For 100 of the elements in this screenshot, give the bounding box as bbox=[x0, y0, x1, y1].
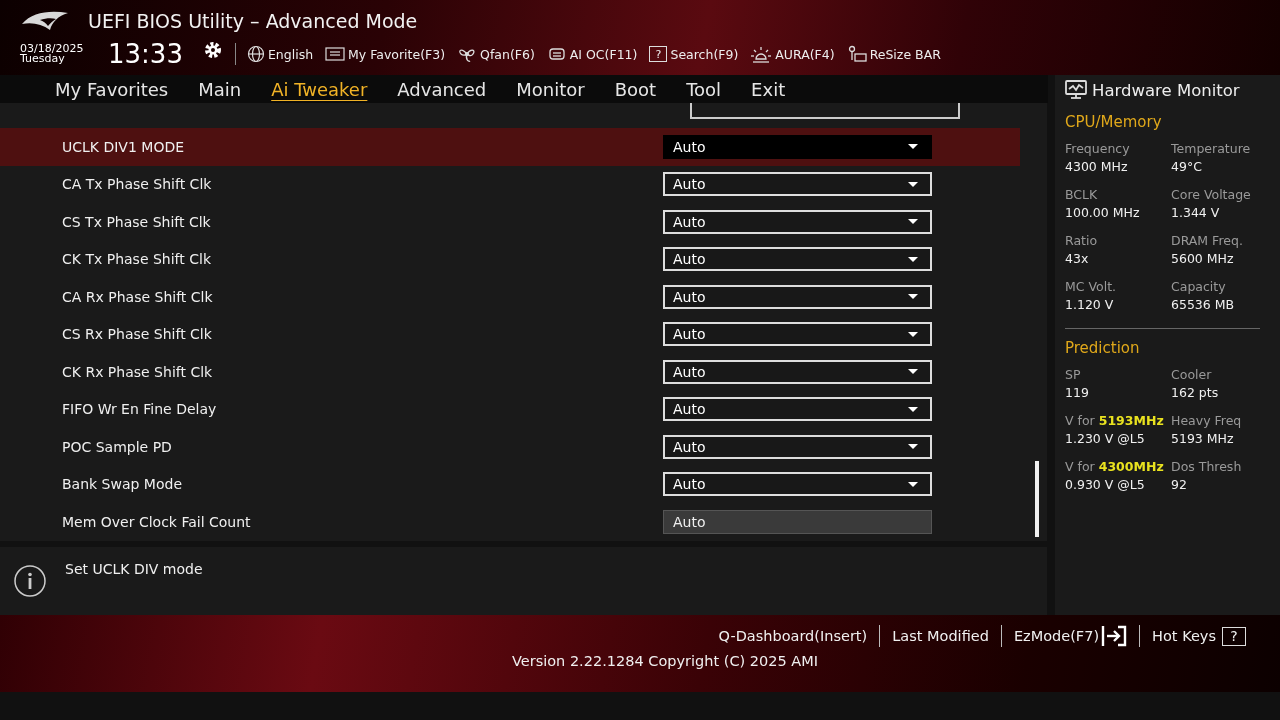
setting-row[interactable]: CS Tx Phase Shift Clk Auto bbox=[0, 203, 1020, 241]
footer-button[interactable]: Q-Dashboard(Insert) bbox=[706, 628, 880, 644]
metric-label: Cooler bbox=[1171, 367, 1213, 382]
setting-row[interactable]: CA Tx Phase Shift Clk Auto bbox=[0, 165, 1020, 203]
metric-value: 43x bbox=[1065, 251, 1090, 266]
dropdown-field[interactable]: Auto bbox=[663, 172, 932, 197]
metric-value: 0.930 V @L5 bbox=[1065, 477, 1146, 492]
list-icon bbox=[325, 46, 346, 62]
menu-tab[interactable]: Exit bbox=[736, 75, 801, 103]
setting-row[interactable]: FIFO Wr En Fine Delay Auto bbox=[0, 390, 1020, 428]
caret-icon bbox=[908, 219, 918, 225]
light-icon bbox=[750, 45, 773, 63]
chip-icon bbox=[546, 46, 567, 62]
toolbar-button[interactable]: AURA(F4) bbox=[747, 45, 838, 63]
setting-label: Mem Over Clock Fail Count bbox=[62, 513, 251, 530]
setting-label: CK Rx Phase Shift Clk bbox=[62, 363, 213, 380]
metric-label: SP bbox=[1065, 367, 1082, 382]
chip-card-icon bbox=[846, 45, 867, 63]
metric-value: 65536 MB bbox=[1171, 297, 1236, 312]
setting-label: CS Tx Phase Shift Clk bbox=[62, 213, 211, 230]
settings-icon[interactable] bbox=[202, 40, 223, 60]
metric-value: 1.230 V @L5 bbox=[1065, 431, 1146, 446]
toolbar-button[interactable]: My Favorite(F3) bbox=[322, 46, 449, 62]
metric-value: 1.344 V bbox=[1171, 205, 1221, 220]
setting-row[interactable]: POC Sample PD Auto bbox=[0, 428, 1020, 466]
caret-icon bbox=[908, 481, 918, 487]
window-title: UEFI BIOS Utility – Advanced Mode bbox=[88, 10, 418, 32]
menu-tab[interactable]: Advanced bbox=[382, 75, 502, 103]
setting-label: CS Rx Phase Shift Clk bbox=[62, 326, 212, 343]
toolbar-button[interactable]: Qfan(F6) bbox=[454, 45, 538, 63]
dropdown-field[interactable]: Auto bbox=[663, 322, 932, 347]
exit-icon bbox=[1101, 625, 1128, 647]
toolbar-button[interactable]: English bbox=[243, 45, 317, 63]
metric-value: 92 bbox=[1171, 477, 1188, 492]
help-box-icon: ? bbox=[649, 46, 668, 62]
caret-icon bbox=[908, 256, 918, 262]
menu-tab[interactable]: Tool bbox=[671, 75, 737, 103]
metric-label: Temperature bbox=[1171, 141, 1252, 156]
dropdown-field[interactable]: Auto bbox=[663, 397, 932, 422]
dropdown-field[interactable]: Auto bbox=[663, 134, 932, 159]
globe-icon bbox=[246, 45, 265, 63]
setting-label: Bank Swap Mode bbox=[62, 476, 182, 493]
metric-value: 4300 MHz bbox=[1065, 159, 1129, 174]
setting-row[interactable]: CA Rx Phase Shift Clk Auto bbox=[0, 278, 1020, 316]
metric-label: Capacity bbox=[1171, 279, 1227, 294]
clock-time: 13:33 bbox=[108, 39, 183, 69]
metric-label: Ratio bbox=[1065, 233, 1099, 248]
metric-value: 5193 MHz bbox=[1171, 431, 1235, 446]
metric-value: 162 pts bbox=[1171, 385, 1220, 400]
menu-tab[interactable]: Main bbox=[183, 75, 257, 103]
caret-icon bbox=[908, 144, 918, 150]
eye-logo-icon bbox=[20, 10, 70, 32]
setting-row[interactable]: CS Rx Phase Shift Clk Auto bbox=[0, 315, 1020, 353]
setting-row[interactable]: Bank Swap Mode Auto bbox=[0, 465, 1020, 503]
metric-value: 5600 MHz bbox=[1171, 251, 1235, 266]
metric-label: Core Voltage bbox=[1171, 187, 1252, 202]
setting-label: UCLK DIV1 MODE bbox=[62, 138, 185, 155]
metric-value: 49°C bbox=[1171, 159, 1203, 174]
dropdown-field[interactable]: Auto bbox=[663, 359, 932, 384]
dropdown-field[interactable]: Auto bbox=[663, 247, 932, 272]
footer-button[interactable]: Last Modified bbox=[880, 628, 1001, 644]
menu-tab[interactable]: Boot bbox=[599, 75, 672, 103]
caret-icon bbox=[908, 294, 918, 300]
menu-tab[interactable]: My Favorites bbox=[40, 75, 184, 103]
dropdown-field[interactable]: Auto bbox=[663, 284, 932, 309]
caret-icon bbox=[908, 444, 918, 450]
metric-label: V for 4300MHz bbox=[1065, 459, 1165, 474]
setting-label: FIFO Wr En Fine Delay bbox=[62, 401, 217, 418]
menu-tab[interactable]: Monitor bbox=[501, 75, 600, 103]
caret-icon bbox=[908, 369, 918, 375]
setting-label: CK Tx Phase Shift Clk bbox=[62, 251, 211, 268]
version-text: Version 2.22.1284 Copyright (C) 2025 AMI bbox=[511, 653, 819, 669]
metric-value: 119 bbox=[1065, 385, 1090, 400]
weekday-text: Tuesday bbox=[20, 54, 65, 64]
setting-row[interactable]: CK Rx Phase Shift Clk Auto bbox=[0, 353, 1020, 391]
dropdown-field[interactable]: Auto bbox=[663, 472, 932, 497]
setting-row[interactable]: Mem Over Clock Fail Count Auto bbox=[0, 503, 1020, 541]
toolbar-button[interactable]: ? Search(F9) bbox=[646, 46, 742, 62]
setting-row[interactable]: CK Tx Phase Shift Clk Auto bbox=[0, 240, 1020, 278]
setting-label: POC Sample PD bbox=[62, 438, 172, 455]
section-title: Prediction bbox=[1065, 339, 1141, 357]
help-box-icon: ? bbox=[1222, 626, 1246, 646]
metric-label: Frequency bbox=[1065, 141, 1131, 156]
readonly-field: Auto bbox=[663, 509, 932, 534]
setting-row[interactable]: UCLK DIV1 MODE Auto bbox=[0, 128, 1020, 166]
dropdown-field[interactable]: Auto bbox=[663, 434, 932, 459]
footer-button[interactable]: Hot Keys ? bbox=[1140, 626, 1258, 646]
toolbar-button[interactable]: AI OC(F11) bbox=[543, 46, 641, 62]
menu-tab[interactable]: Ai Tweaker bbox=[256, 75, 383, 103]
info-icon bbox=[13, 563, 47, 598]
toolbar-button[interactable]: ReSize BAR bbox=[843, 45, 944, 63]
metric-label: MC Volt. bbox=[1065, 279, 1118, 294]
footer-button[interactable]: EzMode(F7) bbox=[1001, 625, 1140, 647]
dropdown-field[interactable]: Auto bbox=[663, 209, 932, 234]
metric-label: Dos Thresh bbox=[1171, 459, 1243, 474]
metric-label: Heavy Freq bbox=[1171, 413, 1243, 428]
metric-label: V for 5193MHz bbox=[1065, 413, 1165, 428]
date-text: 03/18/2025 bbox=[20, 44, 85, 54]
scrollbar-thumb[interactable] bbox=[1035, 461, 1039, 537]
metric-label: DRAM Freq. bbox=[1171, 233, 1244, 248]
